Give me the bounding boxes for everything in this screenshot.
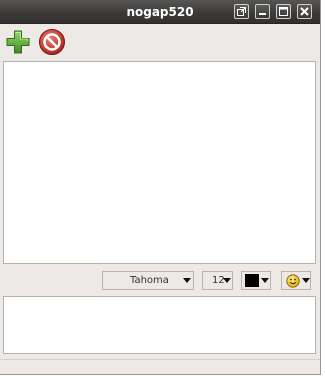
close-button[interactable] <box>297 4 312 19</box>
maximize-button[interactable] <box>276 4 291 19</box>
chevron-down-icon <box>223 278 231 283</box>
close-icon <box>300 7 309 16</box>
font-family-select[interactable]: Tahoma <box>102 271 194 290</box>
block-contact-button[interactable] <box>38 28 66 56</box>
chat-window: nogap520 Tahoma 12 <box>0 0 321 375</box>
restore-button[interactable] <box>234 4 249 19</box>
maximize-icon <box>279 7 288 16</box>
title-bar[interactable]: nogap520 <box>0 0 320 24</box>
color-swatch <box>245 274 259 287</box>
smiley-icon <box>286 274 300 288</box>
chevron-down-icon <box>183 278 191 283</box>
window-title: nogap520 <box>126 5 194 19</box>
chevron-down-icon <box>261 278 269 283</box>
add-contact-button[interactable] <box>4 28 32 56</box>
text-color-picker[interactable] <box>241 271 271 290</box>
minimize-button[interactable] <box>255 4 270 19</box>
plus-icon <box>6 30 30 54</box>
conversation-area[interactable] <box>3 61 316 264</box>
emoticon-picker[interactable] <box>281 271 311 290</box>
message-input[interactable] <box>3 296 316 354</box>
chevron-down-icon <box>302 278 310 283</box>
font-size-select[interactable]: 12 <box>202 271 233 290</box>
block-icon <box>39 29 65 55</box>
minimize-icon <box>259 13 266 15</box>
restore-icon <box>237 7 246 16</box>
font-family-value: Tahoma <box>130 275 169 286</box>
status-bar <box>0 359 320 374</box>
